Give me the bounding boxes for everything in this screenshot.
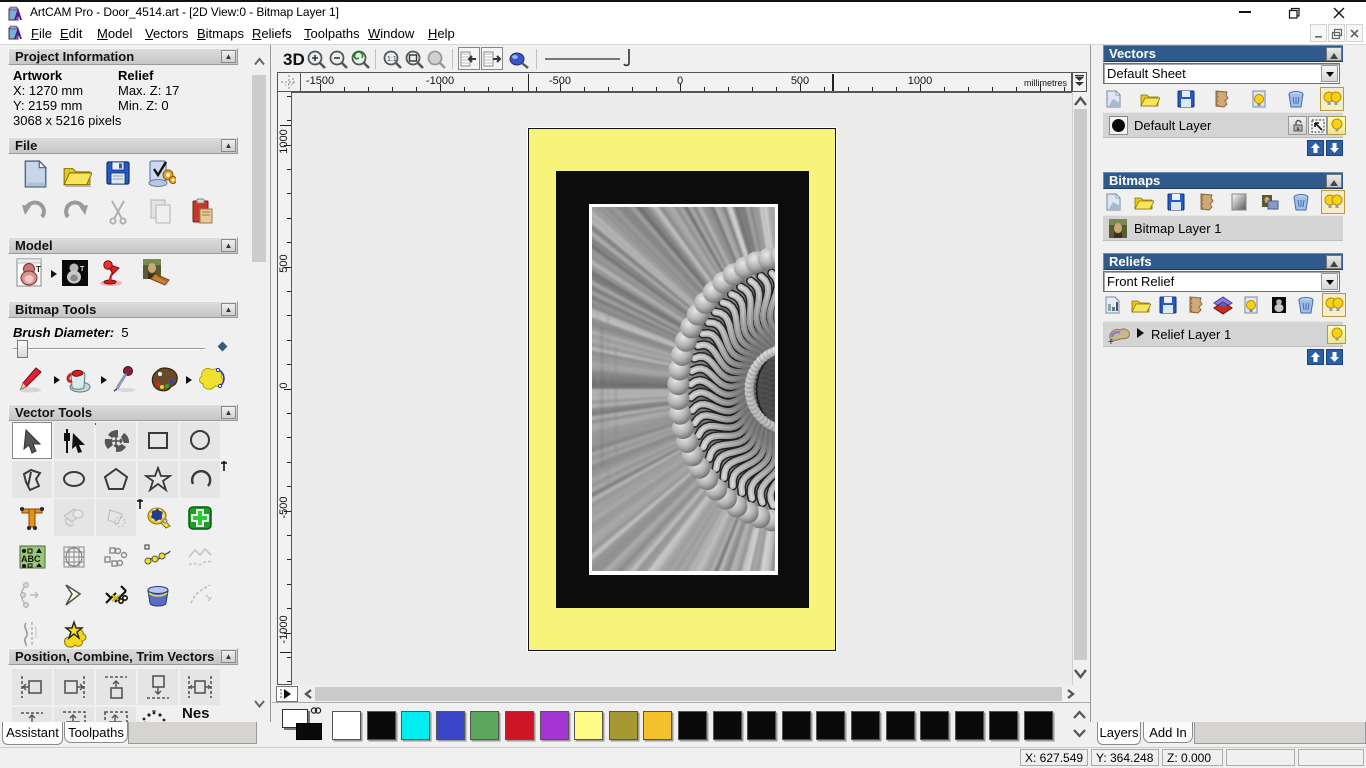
svg-text:500: 500 [278,254,290,272]
svg-text:-500: -500 [278,496,290,518]
svg-text:+: + [1108,337,1114,346]
svg-text:ABC: ABC [21,554,41,564]
svg-text:T: T [80,266,85,273]
svg-text:0: 0 [278,382,290,388]
svg-text:T: T [36,265,41,274]
svg-text:1:1: 1:1 [387,56,397,63]
svg-text:1000: 1000 [278,129,290,153]
svg-text:-1000: -1000 [278,615,290,643]
